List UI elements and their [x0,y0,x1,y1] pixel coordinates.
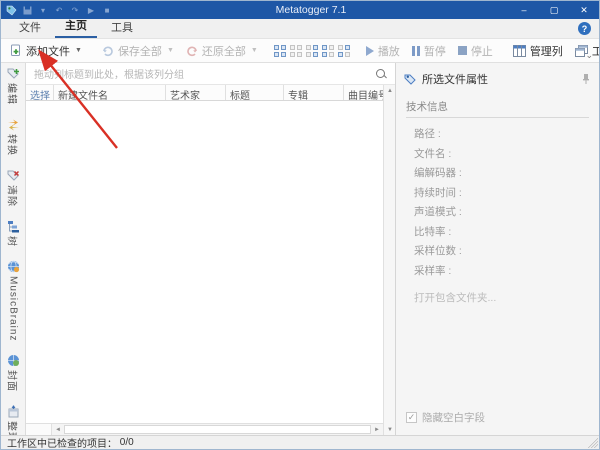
select-checked-icon[interactable] [321,44,335,58]
pause-button[interactable]: 暂停 [407,41,451,61]
stop-button[interactable]: 停止 [453,41,498,61]
sidebar-item-cover[interactable]: 封面 [6,354,21,392]
window-controls: – ▢ ✕ [509,1,599,19]
tree-icon [7,221,19,233]
table-header-row: 选择 新建文件名 艺术家 标题 专辑 曲目编号 [26,85,383,101]
toolbar: 添加文件 ▼ 保存全部 ▼ 还原全部 ▼ 播放 暂停 停止 管理列 ⌄ [1,39,599,63]
main-area: 拖动列标题到此处，根据该列分组 选择 新建文件名 艺术家 标题 专辑 曲目编号 [26,63,396,435]
horizontal-scrollbar[interactable]: ◄ ► [26,423,383,435]
properties-icon [404,74,416,85]
column-header-select[interactable]: 选择 [26,85,54,100]
play-icon [365,45,374,56]
column-header-title[interactable]: 标题 [226,85,284,100]
group-by-placeholder: 拖动列标题到此处，根据该列分组 [34,70,184,81]
play-button[interactable]: 播放 [361,41,405,61]
properties-panel: 所选文件属性 技术信息 路径 : 文件名 : 编解码器 : 持续时间 : 声道模… [396,63,599,435]
add-files-button[interactable]: 添加文件 ▼ [5,41,87,61]
field-bitrate: 比特率 : [414,225,452,238]
field-filename: 文件名 : [414,147,452,160]
field-bit-depth: 采样位数 : [414,245,462,257]
status-count: 0/0 [119,437,134,448]
column-header-new-filename[interactable]: 新建文件名 [54,85,166,100]
field-duration: 持续时间 : [414,186,462,199]
save-all-button[interactable]: 保存全部 ▼ [97,41,179,61]
field-path: 路径 : [414,128,441,140]
maximize-button[interactable]: ▢ [539,1,569,19]
horizontal-scroll-thumb[interactable] [64,425,371,434]
column-header-album[interactable]: 专辑 [284,85,344,100]
sidebar-item-convert[interactable]: 转换 [6,118,21,156]
hide-empty-fields-label: 隐藏空白字段 [422,412,485,424]
field-codec: 编解码器 : [414,167,462,179]
tab-tools[interactable]: 工具 [101,17,143,38]
open-containing-folder-link[interactable]: 打开包含文件夹... [414,290,599,305]
status-bar: 工作区中已检查的项目： 0/0 [1,435,599,449]
manage-columns-icon [512,44,526,57]
file-list-empty[interactable] [26,101,383,423]
quick-save-icon[interactable] [21,4,33,16]
column-header-track-number[interactable]: 曲目编号 [344,85,383,100]
vertical-scrollbar[interactable]: ▲ ▼ [383,85,395,435]
scroll-right-icon[interactable]: ► [371,424,383,435]
select-all-icon[interactable] [273,44,287,58]
manage-columns-button[interactable]: 管理列 [508,41,568,61]
close-button[interactable]: ✕ [569,1,599,19]
field-channel-mode: 声道模式 : [414,206,462,218]
quick-save-dropdown-icon[interactable]: ▾ [37,4,49,16]
minimize-button[interactable]: – [509,1,539,19]
app-logo-icon [5,4,17,16]
scroll-down-icon[interactable]: ▼ [384,424,396,435]
column-header-artist[interactable]: 艺术家 [166,85,226,100]
body: 编辑 转换 清除 树 MusicBrainz 封面 整理 拖动列标题到此处，根据… [1,63,599,443]
scroll-left-icon[interactable]: ◄ [52,424,64,435]
tab-file[interactable]: 文件 [9,17,51,38]
select-unchecked-icon[interactable] [337,44,351,58]
help-icon[interactable]: ? [578,22,591,35]
ribbon-tabstrip: 文件 主页 工具 ? [1,19,599,39]
technical-info-fields: 路径 : 文件名 : 编解码器 : 持续时间 : 声道模式 : 比特率 : 采样… [414,126,599,278]
restore-all-icon [187,46,197,56]
add-file-icon [11,44,20,56]
invert-selection-icon[interactable] [305,44,319,58]
select-none-icon[interactable] [289,44,303,58]
organize-icon [8,405,18,418]
quick-stop-icon[interactable]: ■ [101,4,113,16]
add-files-dropdown-icon: ▼ [75,47,82,54]
convert-icon [7,119,19,131]
sidebar-item-musicbrainz[interactable]: MusicBrainz [7,260,20,341]
cover-art-icon [7,355,19,367]
app-window: ▾ ↶ ↷ ▶ ■ Metatogger 7.1 – ▢ ✕ 文件 主页 工具 … [0,0,600,450]
resize-grip[interactable] [588,438,598,448]
stop-icon [457,46,467,55]
scroll-up-icon[interactable]: ▲ [384,85,396,96]
pause-icon [411,45,420,56]
group-by-bar[interactable]: 拖动列标题到此处，根据该列分组 [26,63,395,85]
musicbrainz-globe-icon [7,260,19,273]
search-icon[interactable] [375,68,387,80]
sidebar-item-edit[interactable]: 编辑 [6,67,21,105]
vertical-scroll-track[interactable] [384,96,395,424]
field-sample-rate: 采样率 : [414,264,452,277]
properties-panel-title: 所选文件属性 [422,74,488,86]
sidebar-item-tree[interactable]: 树 [6,220,21,247]
tab-home[interactable]: 主页 [55,15,97,38]
restore-all-button[interactable]: 还原全部 ▼ [181,41,263,61]
restore-all-dropdown-icon: ▼ [250,47,258,54]
save-all-dropdown-icon: ▼ [166,47,174,54]
sidebar: 编辑 转换 清除 树 MusicBrainz 封面 整理 [1,63,26,443]
edit-tag-icon [7,68,19,79]
window-title: Metatogger 7.1 [275,4,347,16]
technical-info-section-title: 技术信息 [406,99,589,118]
pin-icon[interactable] [581,73,591,85]
remove-tag-icon [7,170,19,181]
hide-empty-fields-checkbox[interactable]: ✓ [406,412,417,423]
sidebar-item-remove[interactable]: 清除 [6,169,21,207]
save-all-icon [102,46,113,56]
status-label: 工作区中已检查的项目： [7,439,117,450]
scrollbar-corner [26,424,52,435]
ribbon-collapse-icon[interactable]: ⌄ [585,50,593,61]
